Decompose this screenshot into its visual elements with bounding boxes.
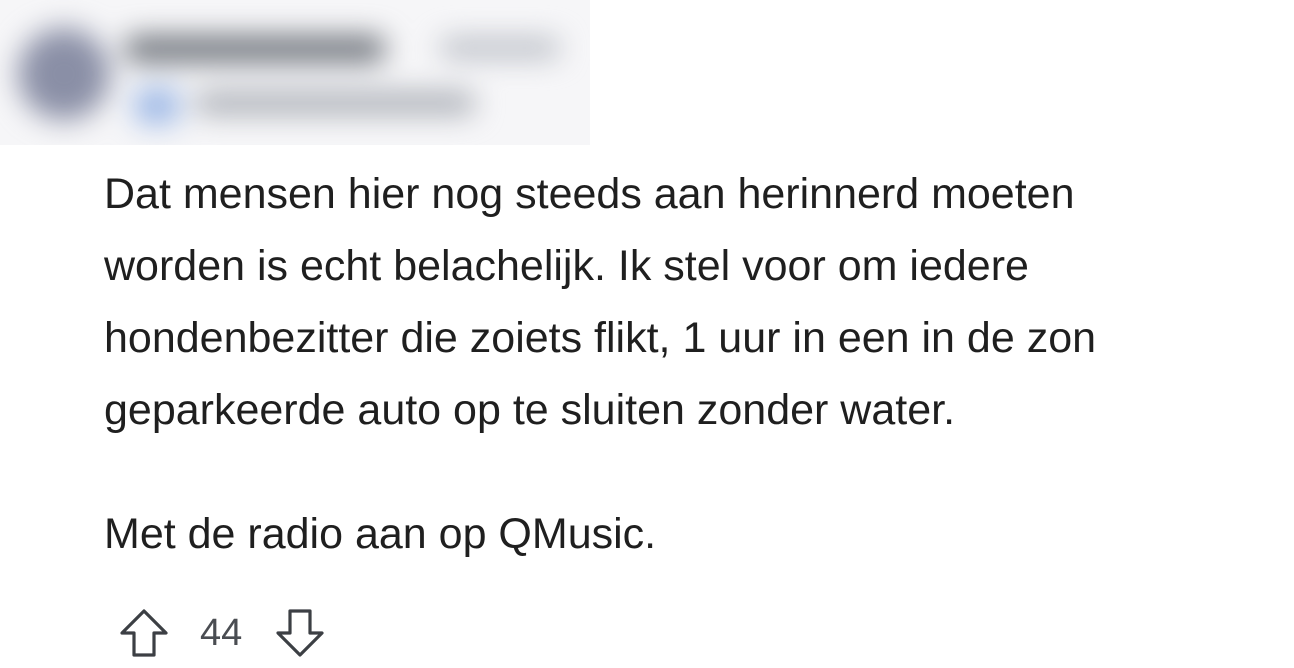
vote-bar: 44 bbox=[116, 604, 328, 662]
blur-overlay bbox=[0, 0, 590, 145]
arrow-down-outline-icon bbox=[276, 609, 324, 657]
comment-line: Met de radio aan op QMusic. bbox=[104, 510, 657, 558]
user-flair bbox=[195, 92, 475, 114]
downvote-button[interactable] bbox=[272, 605, 328, 661]
author-name bbox=[125, 36, 385, 62]
comment-body: Dat mensen hier nog steeds aan herinnerd… bbox=[104, 158, 1290, 570]
avatar bbox=[18, 28, 110, 120]
timestamp bbox=[440, 38, 560, 58]
arrow-up-outline-icon bbox=[120, 609, 168, 657]
comment-line: Dat mensen hier nog steeds aan herinnerd… bbox=[104, 170, 1075, 218]
comment-line: worden is echt belachelijk. Ik stel voor… bbox=[104, 242, 1029, 290]
flair-icon bbox=[135, 88, 179, 124]
comment-line: hondenbezitter die zoiets flikt, 1 uur i… bbox=[104, 314, 1097, 362]
comment-line: geparkeerde auto op te sluiten zonder wa… bbox=[104, 386, 956, 434]
upvote-button[interactable] bbox=[116, 605, 172, 661]
redacted-author-header bbox=[0, 0, 590, 145]
vote-score: 44 bbox=[200, 611, 243, 654]
